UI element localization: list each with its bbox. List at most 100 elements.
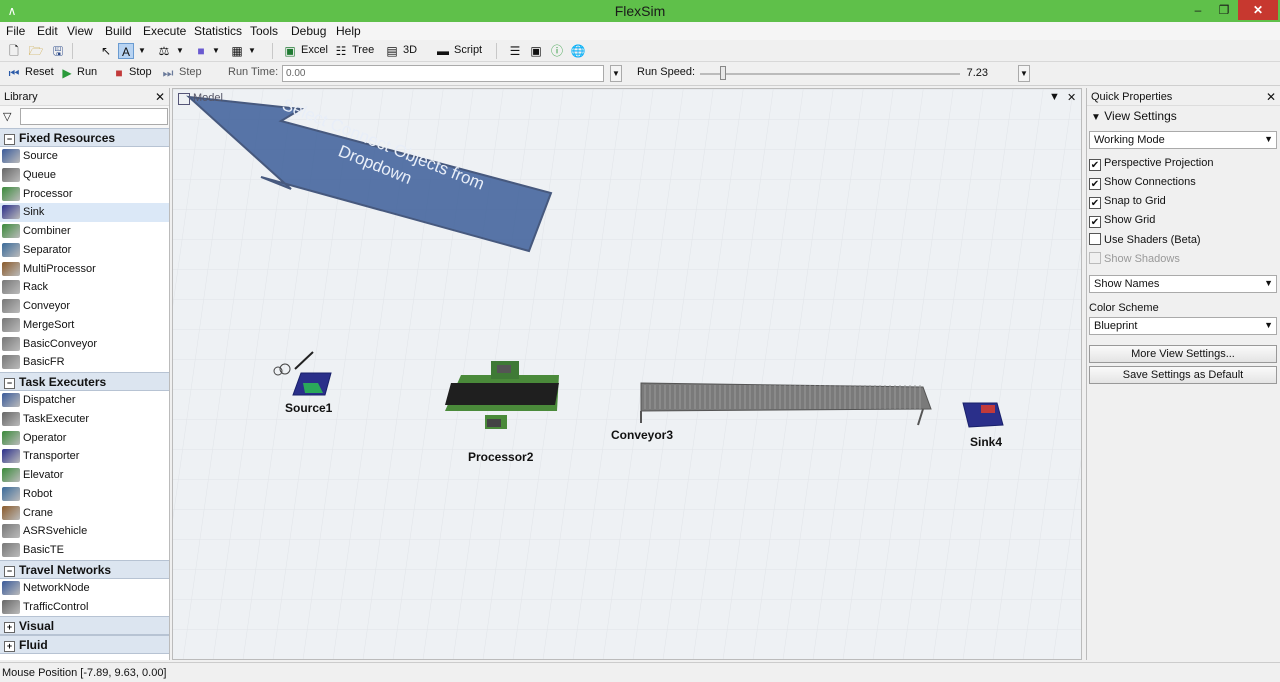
connect-objects-icon[interactable]: A: [118, 43, 134, 59]
connect-dropdown-icon[interactable]: ▼: [137, 43, 147, 59]
library-group-task-executers[interactable]: − Task Executers: [0, 372, 169, 391]
library-item-asrsvehicle[interactable]: ASRSvehicle: [0, 522, 169, 541]
library-item-transporter[interactable]: Transporter: [0, 447, 169, 466]
library-item-trafficcontrol[interactable]: TrafficControl: [0, 598, 169, 617]
collapse-arrow-icon[interactable]: ▼: [1091, 112, 1101, 123]
menu-edit[interactable]: Edit: [37, 24, 58, 38]
library-item-multiprocessor[interactable]: MultiProcessor: [0, 260, 169, 279]
library-filter-input[interactable]: [20, 108, 168, 125]
library-item-processor[interactable]: Processor: [0, 185, 169, 204]
new-model-icon[interactable]: 🗋: [6, 43, 22, 59]
connections-checkbox[interactable]: ✔ Show Connections: [1089, 176, 1196, 194]
library-group-fixed-resources[interactable]: − Fixed Resources: [0, 128, 169, 147]
collapse-icon[interactable]: −: [4, 378, 15, 389]
script-button[interactable]: Script: [454, 44, 482, 56]
menu-view[interactable]: View: [67, 24, 93, 38]
script-icon[interactable]: ▬: [435, 43, 451, 59]
working-mode-select[interactable]: Working Mode ▼: [1089, 131, 1277, 149]
run-icon[interactable]: ▶: [59, 65, 75, 81]
model-3d-view[interactable]: Model ▼ ✕ Select Connect Objects from Dr…: [172, 88, 1082, 660]
library-item-conveyor[interactable]: Conveyor: [0, 297, 169, 316]
checkbox-shaders[interactable]: [1089, 233, 1101, 245]
run-time-dropdown-icon[interactable]: ▼: [610, 65, 622, 82]
menu-file[interactable]: File: [6, 24, 25, 38]
minimize-button[interactable]: –: [1184, 0, 1212, 20]
library-item-elevator[interactable]: Elevator: [0, 466, 169, 485]
checkbox-snap[interactable]: ✔: [1089, 197, 1101, 209]
run-speed-slider[interactable]: [700, 73, 960, 75]
step-button[interactable]: Step: [179, 66, 202, 78]
library-item-separator[interactable]: Separator: [0, 241, 169, 260]
tree-button[interactable]: Tree: [352, 44, 374, 56]
run-time-field[interactable]: 0.00: [282, 65, 604, 82]
library-close-icon[interactable]: ✕: [155, 90, 165, 104]
view-dropdown-icon[interactable]: ▼: [247, 43, 257, 59]
checkbox-grid[interactable]: ✔: [1089, 216, 1101, 228]
grid-view-icon[interactable]: ▦: [229, 43, 245, 59]
run-speed-slider-thumb[interactable]: [720, 66, 727, 80]
library-item-basicfr[interactable]: BasicFR: [0, 353, 169, 372]
color-scheme-select[interactable]: Blueprint ▼: [1089, 317, 1277, 335]
library-item-combiner[interactable]: Combiner: [0, 222, 169, 241]
library-item-rack[interactable]: Rack: [0, 278, 169, 297]
threed-button[interactable]: 3D: [403, 44, 417, 56]
model-close-icon[interactable]: ✕: [1067, 91, 1076, 104]
library-item-robot[interactable]: Robot: [0, 485, 169, 504]
create-objects-icon[interactable]: ⚖: [156, 43, 172, 59]
run-button[interactable]: Run: [77, 66, 97, 78]
open-folder-icon[interactable]: 🗁: [28, 43, 44, 59]
stop-button[interactable]: Stop: [129, 66, 152, 78]
library-item-operator[interactable]: Operator: [0, 429, 169, 448]
model-tab[interactable]: Model: [175, 91, 227, 107]
menu-statistics[interactable]: Statistics: [194, 24, 242, 38]
model-canvas[interactable]: [173, 89, 1082, 660]
library-item-networknode[interactable]: NetworkNode: [0, 579, 169, 598]
checkbox-connections[interactable]: ✔: [1089, 178, 1101, 190]
library-group-visual[interactable]: + Visual: [0, 616, 169, 636]
step-icon[interactable]: ⏭: [160, 65, 176, 81]
library-item-queue[interactable]: Queue: [0, 166, 169, 185]
expand-icon[interactable]: +: [4, 641, 15, 653]
collapse-icon[interactable]: −: [4, 134, 15, 145]
color-dropdown-icon[interactable]: ▼: [211, 43, 221, 59]
library-item-taskexecuter[interactable]: TaskExecuter: [0, 410, 169, 429]
show-names-select[interactable]: Show Names ▼: [1089, 275, 1277, 293]
layout-icon[interactable]: ☰: [507, 43, 523, 59]
checkbox-shadows[interactable]: [1089, 252, 1101, 264]
perspective-checkbox[interactable]: ✔ Perspective Projection: [1089, 157, 1213, 175]
sink-object[interactable]: [962, 402, 1004, 428]
library-item-mergesort[interactable]: MergeSort: [0, 316, 169, 335]
create-dropdown-icon[interactable]: ▼: [175, 43, 185, 59]
tree-icon[interactable]: ☷: [333, 43, 349, 59]
shaders-checkbox[interactable]: Use Shaders (Beta): [1089, 233, 1201, 251]
quick-properties-close-icon[interactable]: ✕: [1266, 90, 1276, 104]
reset-icon[interactable]: ⏮: [6, 65, 22, 81]
select-mode-icon[interactable]: ↖: [98, 43, 114, 59]
stop-icon[interactable]: ■: [111, 65, 127, 81]
snap-checkbox[interactable]: ✔ Snap to Grid: [1089, 195, 1166, 213]
shadows-checkbox[interactable]: Show Shadows: [1089, 252, 1180, 270]
maximize-button[interactable]: ❐: [1210, 0, 1238, 20]
menu-execute[interactable]: Execute: [143, 24, 186, 38]
library-group-travel-networks[interactable]: − Travel Networks: [0, 559, 169, 579]
library-group-fluid[interactable]: + Fluid: [0, 635, 169, 655]
library-item-sink[interactable]: Sink: [0, 203, 169, 222]
library-item-source[interactable]: Source: [0, 147, 169, 166]
library-item-crane[interactable]: Crane: [0, 504, 169, 523]
checkbox-perspective[interactable]: ✔: [1089, 159, 1101, 171]
run-speed-dropdown-icon[interactable]: ▼: [1018, 65, 1030, 82]
grid-checkbox[interactable]: ✔ Show Grid: [1089, 214, 1155, 232]
more-view-settings-button[interactable]: More View Settings...: [1089, 345, 1277, 363]
threed-icon[interactable]: ▤: [384, 43, 400, 59]
library-item-basicte[interactable]: BasicTE: [0, 541, 169, 560]
view-dropdown-icon[interactable]: ▼: [1049, 91, 1060, 103]
menu-build[interactable]: Build: [105, 24, 132, 38]
window-icon[interactable]: ▣: [528, 43, 544, 59]
globe-icon[interactable]: 🌐: [570, 43, 586, 59]
save-icon[interactable]: 🖫: [50, 43, 66, 59]
library-item-basicconveyor[interactable]: BasicConveyor: [0, 335, 169, 354]
excel-button[interactable]: Excel: [301, 44, 328, 56]
color-square-icon[interactable]: ■: [193, 43, 209, 59]
menu-tools[interactable]: Tools: [250, 24, 278, 38]
reset-button[interactable]: Reset: [25, 66, 54, 78]
